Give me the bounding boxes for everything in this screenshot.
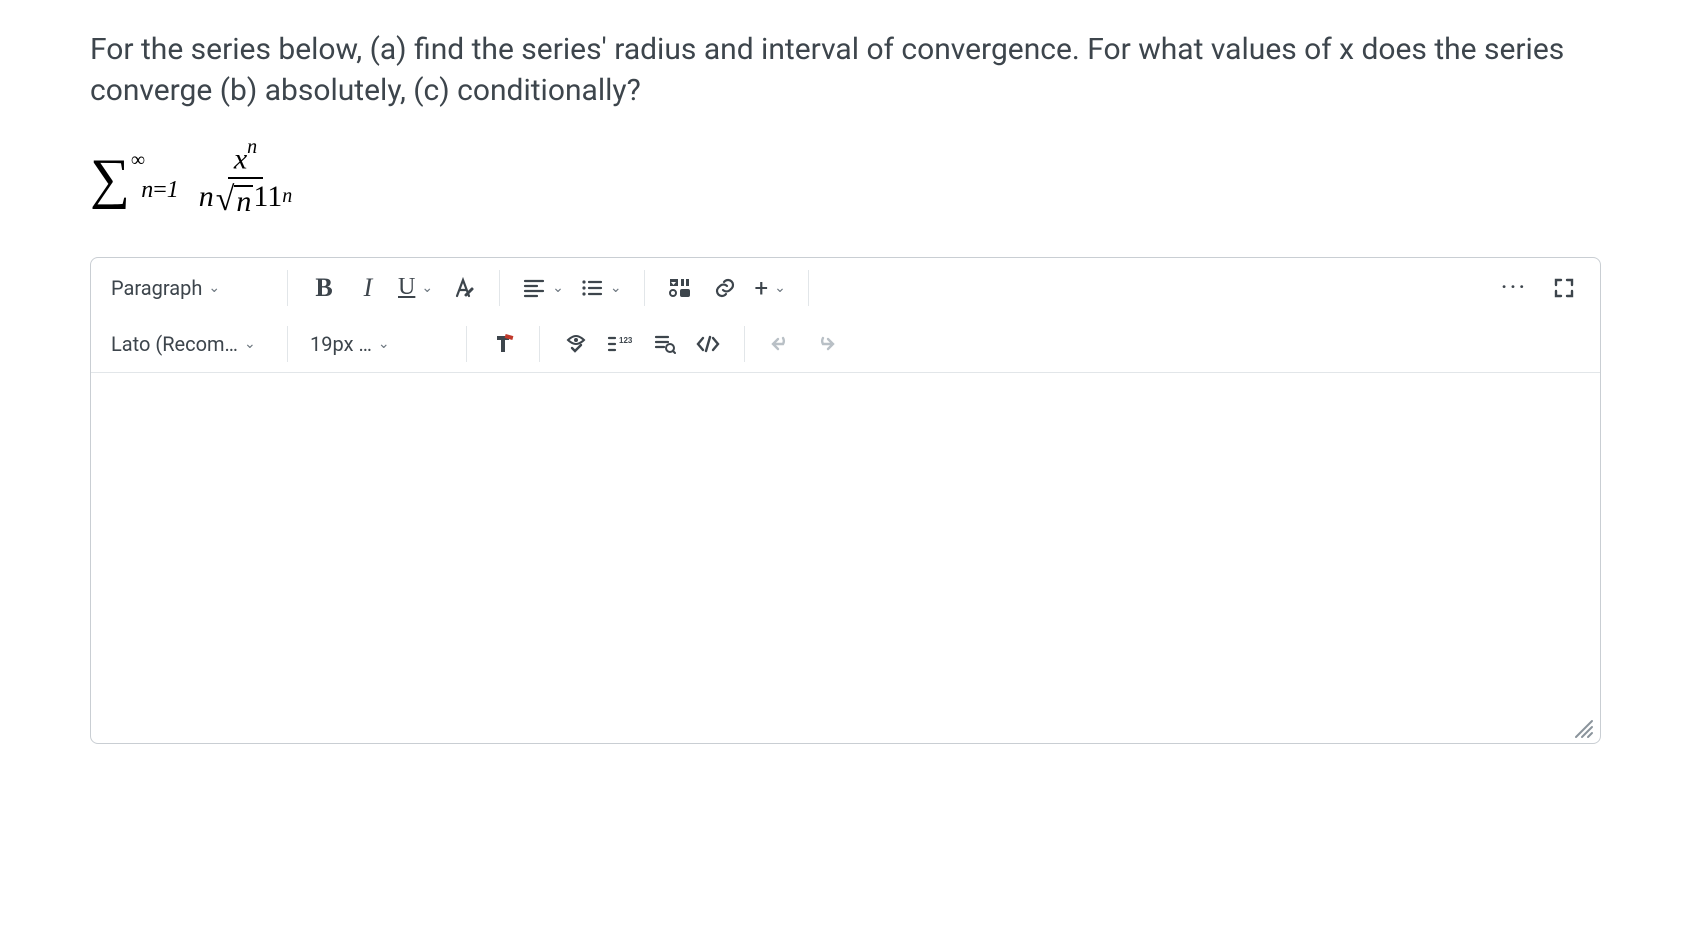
more-button[interactable]: ··· — [1492, 268, 1536, 308]
question-text: For the series below, (a) find the serie… — [90, 30, 1601, 111]
numerator: xn — [228, 141, 263, 179]
equation-icon — [652, 332, 676, 356]
font-family-select[interactable]: Lato (Recom… ⌄ — [103, 324, 273, 364]
svg-text:123: 123 — [619, 336, 633, 345]
undo-button[interactable] — [759, 324, 803, 364]
equation-button[interactable] — [642, 324, 686, 364]
chevron-down-icon: ⌄ — [378, 336, 390, 352]
link-button[interactable] — [703, 268, 747, 308]
toolbar-row-2: Lato (Recom… ⌄ 19px … ⌄ — [97, 316, 1594, 372]
chevron-down-icon: ⌄ — [774, 280, 786, 296]
chevron-down-icon: ⌄ — [610, 280, 622, 296]
editor-toolbar: Paragraph ⌄ B I U ⌄ — [91, 258, 1600, 373]
block-format-label: Paragraph — [111, 276, 202, 300]
toolbar-separator — [499, 270, 500, 306]
insert-button[interactable]: + ⌄ — [747, 268, 794, 308]
bold-button[interactable]: B — [302, 268, 346, 308]
bullet-list-icon — [580, 276, 604, 300]
redo-icon — [813, 332, 837, 356]
accessibility-checker-icon — [564, 332, 588, 356]
underline-icon: U — [398, 274, 415, 301]
list-button[interactable]: ⌄ — [572, 268, 630, 308]
underline-button[interactable]: U ⌄ — [390, 268, 441, 308]
block-format-select[interactable]: Paragraph ⌄ — [103, 268, 273, 308]
word-count-icon: 123 — [607, 334, 633, 354]
clear-formatting-button[interactable] — [481, 324, 525, 364]
sigma-symbol: ∑ — [90, 151, 130, 207]
resize-handle[interactable] — [1572, 717, 1594, 739]
align-button[interactable]: ⌄ — [514, 268, 572, 308]
code-icon — [695, 334, 721, 354]
word-count-button[interactable]: 123 — [598, 324, 642, 364]
toolbar-separator — [808, 270, 809, 306]
toolbar-separator — [287, 326, 288, 362]
align-left-icon — [522, 276, 546, 300]
more-icon: ··· — [1501, 273, 1527, 303]
media-button[interactable] — [659, 268, 703, 308]
fraction: xn n √ n 11n — [197, 141, 295, 217]
fullscreen-icon — [1553, 277, 1575, 299]
font-size-label: 19px … — [310, 332, 372, 356]
toolbar-separator — [539, 326, 540, 362]
italic-button[interactable]: I — [346, 268, 390, 308]
link-icon — [713, 276, 737, 300]
sum-lower-limit: n=1 — [141, 177, 179, 204]
sum-upper-limit: ∞ — [131, 149, 145, 172]
chevron-down-icon: ⌄ — [208, 280, 220, 296]
fullscreen-button[interactable] — [1542, 268, 1586, 308]
series-formula: ∑ ∞ n=1 xn n √ n 11n — [90, 141, 1601, 217]
plus-icon: + — [755, 274, 769, 302]
sqrt: √ n — [216, 181, 254, 217]
denominator: n √ n 11n — [197, 179, 295, 217]
text-color-button[interactable] — [441, 268, 485, 308]
chevron-down-icon: ⌄ — [421, 280, 433, 296]
chevron-down-icon: ⌄ — [552, 280, 564, 296]
bold-icon: B — [315, 273, 332, 303]
text-color-icon — [451, 276, 475, 300]
toolbar-separator — [644, 270, 645, 306]
toolbar-separator — [287, 270, 288, 306]
rich-text-editor: Paragraph ⌄ B I U ⌄ — [90, 257, 1601, 744]
font-size-select[interactable]: 19px … ⌄ — [302, 324, 452, 364]
redo-button[interactable] — [803, 324, 847, 364]
toolbar-separator — [744, 326, 745, 362]
italic-icon: I — [364, 273, 373, 303]
clear-formatting-icon — [491, 332, 515, 356]
html-editor-button[interactable] — [686, 324, 730, 364]
font-family-label: Lato (Recom… — [111, 332, 238, 356]
editor-content[interactable] — [91, 373, 1600, 743]
chevron-down-icon: ⌄ — [244, 336, 256, 352]
accessibility-button[interactable] — [554, 324, 598, 364]
media-icon — [668, 277, 694, 299]
toolbar-row-1: Paragraph ⌄ B I U ⌄ — [97, 260, 1594, 316]
undo-icon — [769, 332, 793, 356]
toolbar-separator — [466, 326, 467, 362]
